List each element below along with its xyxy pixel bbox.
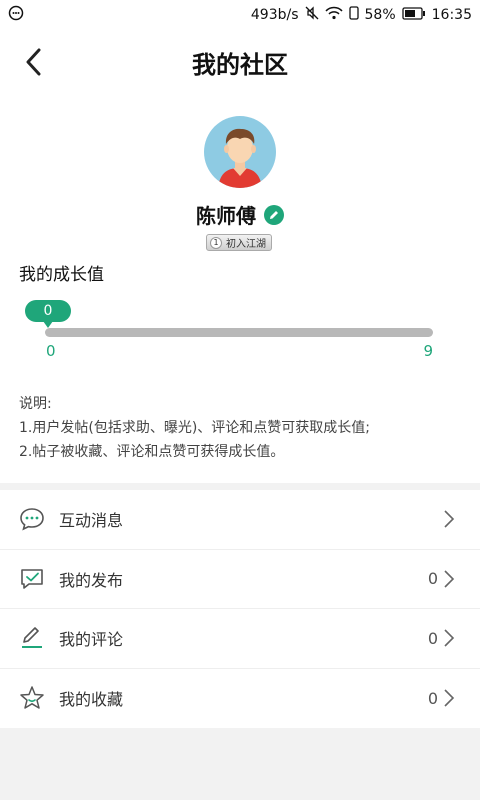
status-bar: 493b/s 58% 16:35 xyxy=(0,0,480,30)
header: 我的社区 xyxy=(0,30,480,94)
growth-progress-bar xyxy=(45,328,433,337)
profile-section: 我的社区 陈师傅 1 初入江湖 我的成长值 0 0 9 说明: 1.用户发帖(包… xyxy=(0,30,480,483)
level-number: 1 xyxy=(210,236,222,249)
mute-icon xyxy=(305,6,319,24)
menu-list: 互动消息 我的发布 0 我的评论 0 我的收藏 0 xyxy=(0,490,480,728)
network-speed: 493b/s xyxy=(250,7,299,23)
menu-label: 我的评论 xyxy=(59,630,124,650)
check-message-icon xyxy=(18,565,46,593)
chevron-right-icon xyxy=(444,510,455,528)
menu-label: 我的收藏 xyxy=(59,690,124,710)
edit-name-button[interactable] xyxy=(264,204,284,225)
menu-item-my-comments[interactable]: 我的评论 0 xyxy=(0,609,480,669)
chevron-right-icon xyxy=(444,570,455,588)
avatar[interactable] xyxy=(204,116,276,188)
notes-line-1: 1.用户发帖(包括求助、曝光)、评论和点赞可获取成长值; xyxy=(19,420,370,436)
notes-heading: 说明: xyxy=(19,396,52,412)
name-row: 陈师傅 xyxy=(0,200,480,229)
growth-max: 9 xyxy=(423,342,433,360)
star-icon xyxy=(18,684,46,712)
pencil-icon xyxy=(18,624,46,652)
sim-icon xyxy=(348,6,359,24)
menu-label: 互动消息 xyxy=(59,511,124,531)
chevron-right-icon xyxy=(444,629,455,647)
page-title: 我的社区 xyxy=(192,50,288,79)
notes-line-2: 2.帖子被收藏、评论和点赞可获得成长值。 xyxy=(19,444,285,460)
menu-count: 0 xyxy=(427,688,438,708)
menu-item-my-favorites[interactable]: 我的收藏 0 xyxy=(0,669,480,729)
chevron-right-icon xyxy=(444,689,455,707)
growth-notes: 说明: 1.用户发帖(包括求助、曝光)、评论和点赞可获取成长值; 2.帖子被收藏… xyxy=(19,392,370,464)
growth-value-bubble: 0 xyxy=(25,300,71,328)
level-badge: 1 初入江湖 xyxy=(206,234,272,251)
chat-bubble-icon xyxy=(18,505,46,533)
wifi-icon xyxy=(324,6,343,24)
growth-min: 0 xyxy=(46,342,56,360)
battery-icon xyxy=(401,6,426,24)
clock: 16:35 xyxy=(431,7,472,23)
level-name: 初入江湖 xyxy=(226,239,266,250)
back-button[interactable] xyxy=(18,44,48,80)
user-name: 陈师傅 xyxy=(196,204,256,228)
menu-label: 我的发布 xyxy=(59,570,124,590)
notification-icon xyxy=(8,5,24,25)
menu-item-interactions[interactable]: 互动消息 xyxy=(0,490,480,550)
menu-count: 0 xyxy=(427,628,438,648)
menu-item-my-posts[interactable]: 我的发布 0 xyxy=(0,550,480,609)
growth-title: 我的成长值 xyxy=(19,265,104,285)
menu-count: 0 xyxy=(427,569,438,589)
chevron-left-icon xyxy=(26,48,41,76)
battery-percent: 58% xyxy=(364,7,396,23)
pencil-icon xyxy=(270,210,278,219)
